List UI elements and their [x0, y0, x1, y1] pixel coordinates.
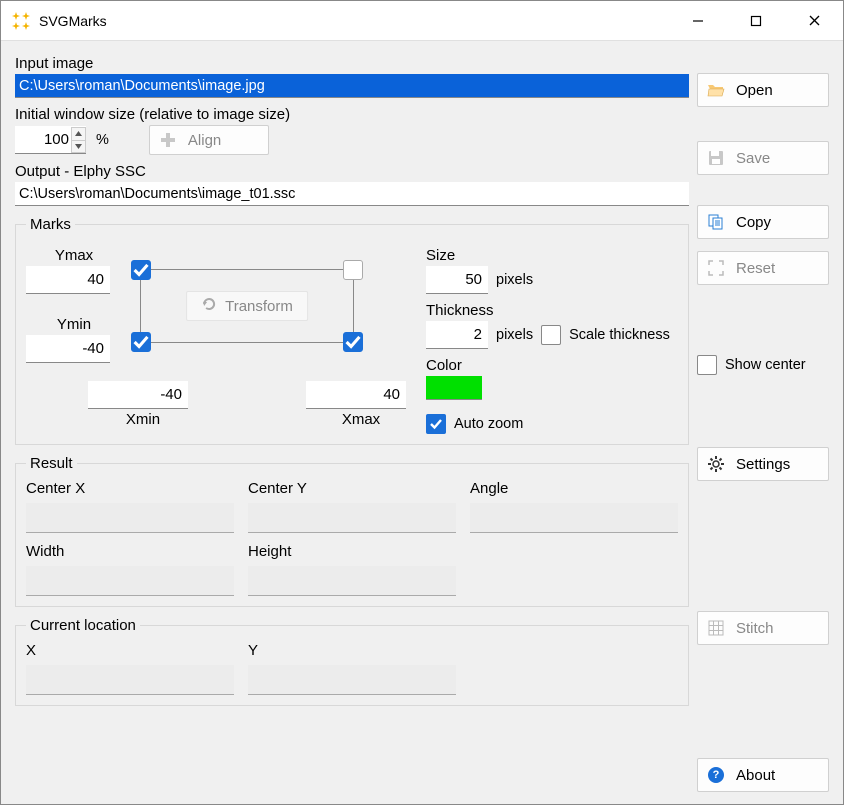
close-button[interactable]: [785, 1, 843, 40]
color-label: Color: [426, 357, 678, 374]
transform-button[interactable]: Transform: [186, 291, 308, 321]
window-controls: [669, 1, 843, 40]
expand-icon: [706, 258, 726, 278]
reset-button[interactable]: Reset: [697, 251, 829, 285]
show-center-label: Show center: [725, 357, 806, 373]
spinner-down[interactable]: [72, 140, 85, 152]
loc-x-label: X: [26, 642, 234, 659]
location-fieldset: Current location X Y: [15, 617, 689, 706]
input-image-label: Input image: [15, 55, 689, 72]
color-swatch[interactable]: [426, 376, 482, 400]
angle-value: [470, 503, 678, 533]
reset-label: Reset: [736, 260, 820, 277]
ymax-label: Ymax: [26, 247, 122, 264]
settings-label: Settings: [736, 456, 820, 473]
xmax-input[interactable]: [306, 381, 406, 409]
result-fieldset: Result Center X Center Y Angle Width Hei…: [15, 455, 689, 607]
app-window: SVGMarks Input image Initial window size…: [0, 0, 844, 805]
handle-bottom-left[interactable]: [131, 332, 151, 352]
size-unit: pixels: [496, 272, 533, 288]
output-label: Output - Elphy SSC: [15, 163, 689, 180]
open-button[interactable]: Open: [697, 73, 829, 107]
auto-zoom-label: Auto zoom: [454, 416, 523, 432]
initial-size-unit: %: [96, 132, 109, 148]
ymin-input[interactable]: [26, 335, 110, 363]
marks-legend: Marks: [26, 216, 75, 233]
handle-top-right[interactable]: [343, 260, 363, 280]
help-icon: ?: [706, 765, 726, 785]
settings-button[interactable]: Settings: [697, 447, 829, 481]
show-center-checkbox[interactable]: [697, 355, 717, 375]
app-icon: [11, 11, 31, 31]
window-title: SVGMarks: [39, 13, 669, 29]
thickness-label: Thickness: [426, 302, 678, 319]
center-x-label: Center X: [26, 480, 234, 497]
initial-size-input[interactable]: [15, 126, 71, 153]
copy-icon: [706, 212, 726, 232]
svg-text:?: ?: [713, 769, 720, 781]
center-y-value: [248, 503, 456, 533]
spinner-up[interactable]: [72, 128, 85, 140]
auto-zoom-checkbox[interactable]: [426, 414, 446, 434]
copy-button[interactable]: Copy: [697, 205, 829, 239]
grid-icon: [706, 618, 726, 638]
refresh-icon: [201, 296, 217, 316]
ymin-label: Ymin: [26, 316, 122, 333]
width-label: Width: [26, 543, 234, 560]
angle-label: Angle: [470, 480, 678, 497]
xmax-label: Xmax: [306, 411, 416, 428]
save-label: Save: [736, 150, 820, 167]
output-path[interactable]: [15, 182, 689, 206]
xmin-label: Xmin: [88, 411, 198, 428]
initial-size-label: Initial window size (relative to image s…: [15, 106, 689, 123]
marks-rect: Transform: [132, 261, 362, 351]
location-legend: Current location: [26, 617, 140, 634]
save-button[interactable]: Save: [697, 141, 829, 175]
copy-label: Copy: [736, 214, 820, 231]
scale-thickness-label: Scale thickness: [569, 327, 670, 343]
input-image-path[interactable]: [15, 74, 689, 98]
save-icon: [706, 148, 726, 168]
align-label: Align: [188, 132, 260, 149]
gear-icon: [706, 454, 726, 474]
stitch-label: Stitch: [736, 620, 820, 637]
minimize-button[interactable]: [669, 1, 727, 40]
marks-fieldset: Marks Ymax: [15, 216, 689, 445]
center-x-value: [26, 503, 234, 533]
scale-thickness-checkbox[interactable]: [541, 325, 561, 345]
about-label: About: [736, 767, 820, 784]
result-legend: Result: [26, 455, 77, 472]
about-button[interactable]: ? About: [697, 758, 829, 792]
handle-bottom-right[interactable]: [343, 332, 363, 352]
height-label: Height: [248, 543, 456, 560]
thickness-unit: pixels: [496, 327, 533, 343]
loc-y-value: [248, 665, 456, 695]
xmin-input[interactable]: [88, 381, 188, 409]
ymax-input[interactable]: [26, 266, 110, 294]
transform-label: Transform: [225, 298, 293, 315]
initial-size-spinner[interactable]: [15, 126, 86, 154]
open-label: Open: [736, 82, 820, 99]
center-y-label: Center Y: [248, 480, 456, 497]
folder-open-icon: [706, 80, 726, 100]
maximize-button[interactable]: [727, 1, 785, 40]
titlebar: SVGMarks: [1, 1, 843, 41]
stitch-button[interactable]: Stitch: [697, 611, 829, 645]
align-button[interactable]: Align: [149, 125, 269, 155]
thickness-input[interactable]: [426, 321, 488, 349]
size-input[interactable]: [426, 266, 488, 294]
plus-icon: [158, 130, 178, 150]
height-value: [248, 566, 456, 596]
loc-x-value: [26, 665, 234, 695]
size-label: Size: [426, 247, 678, 264]
handle-top-left[interactable]: [131, 260, 151, 280]
loc-y-label: Y: [248, 642, 456, 659]
width-value: [26, 566, 234, 596]
